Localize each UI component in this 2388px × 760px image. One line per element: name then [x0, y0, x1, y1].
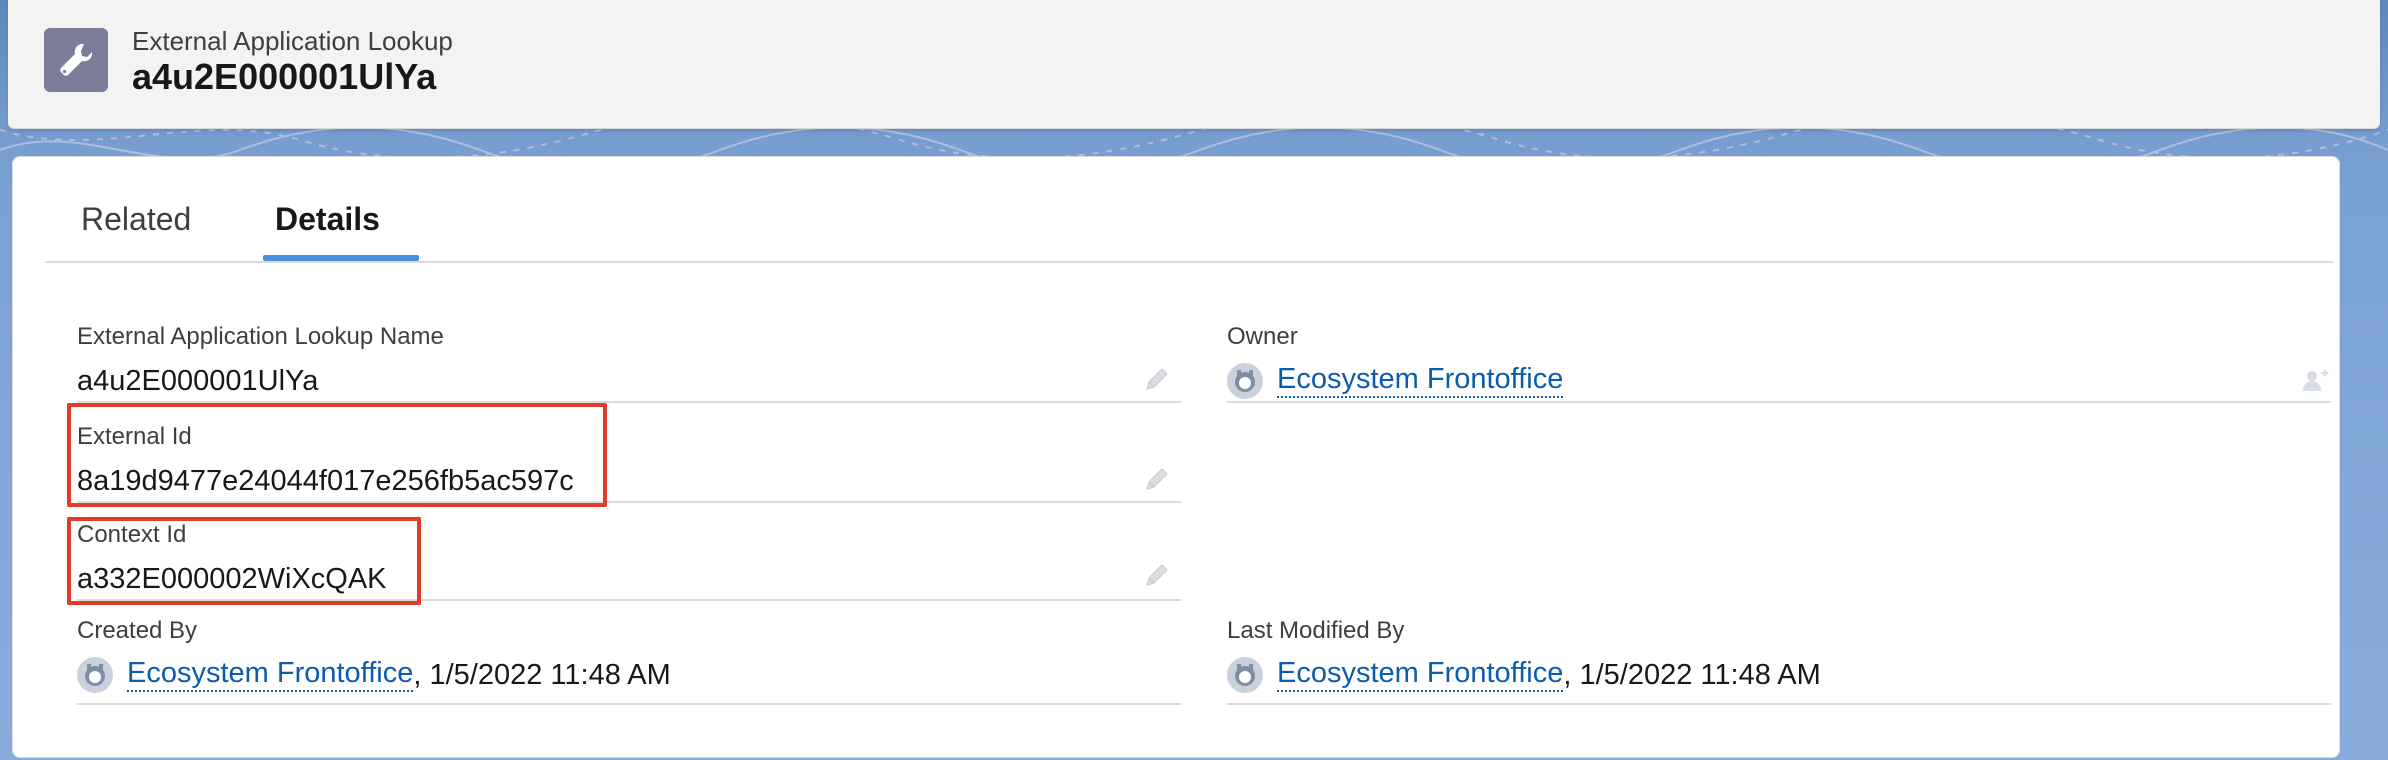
- field-label: Last Modified By: [1227, 617, 1405, 644]
- pencil-icon[interactable]: [1143, 365, 1171, 393]
- field-divider: [1227, 401, 2331, 403]
- field-divider: [77, 703, 1181, 705]
- field-divider: [1227, 703, 2331, 705]
- tab-bar: Related Details: [45, 157, 2333, 263]
- owner-link[interactable]: Ecosystem Frontoffice: [1277, 363, 1564, 398]
- field-divider: [77, 501, 1181, 503]
- field-value: Ecosystem Frontoffice: [1227, 363, 1564, 399]
- field-value: a4u2E000001UlYa: [77, 365, 319, 397]
- field-value: 8a19d9477e24044f017e256fb5ac597c: [77, 465, 574, 497]
- avatar: [77, 657, 113, 693]
- tab-details[interactable]: Details: [275, 201, 380, 238]
- last-modified-by-link[interactable]: Ecosystem Frontoffice: [1277, 657, 1564, 692]
- field-value: a332E000002WiXcQAK: [77, 563, 387, 595]
- details-card: Related Details External Application Loo…: [12, 156, 2340, 758]
- active-tab-indicator: [263, 255, 419, 261]
- field-value: Ecosystem Frontoffice , 1/5/2022 11:48 A…: [1227, 657, 1821, 693]
- pencil-icon[interactable]: [1143, 561, 1171, 589]
- record-title: a4u2E000001UlYa: [132, 56, 437, 97]
- pencil-icon[interactable]: [1143, 465, 1171, 493]
- field-context-id: Context Id a332E000002WiXcQAK: [77, 521, 1181, 601]
- created-date: , 1/5/2022 11:48 AM: [413, 658, 671, 691]
- field-divider: [77, 401, 1181, 403]
- wrench-icon: [44, 28, 108, 92]
- field-label: Context Id: [77, 521, 187, 548]
- field-label: External Application Lookup Name: [77, 323, 444, 350]
- object-type-label: External Application Lookup: [132, 26, 453, 56]
- created-by-link[interactable]: Ecosystem Frontoffice: [127, 657, 414, 692]
- field-value: Ecosystem Frontoffice , 1/5/2022 11:48 A…: [77, 657, 671, 693]
- change-owner-icon[interactable]: [2301, 367, 2329, 395]
- field-owner: Owner Ecosystem Frontoffice: [1227, 323, 2331, 403]
- field-lookup-name: External Application Lookup Name a4u2E00…: [77, 323, 1181, 403]
- avatar: [1227, 657, 1263, 693]
- tab-related[interactable]: Related: [81, 201, 191, 238]
- field-label: Created By: [77, 617, 198, 644]
- last-modified-date: , 1/5/2022 11:48 AM: [1563, 658, 1821, 691]
- field-last-modified-by: Last Modified By Ecosystem Frontoffice ,…: [1227, 617, 2331, 707]
- record-header: External Application Lookup a4u2E000001U…: [8, 0, 2380, 129]
- field-label: External Id: [77, 423, 192, 450]
- avatar: [1227, 363, 1263, 399]
- field-divider: [77, 599, 1181, 601]
- field-external-id: External Id 8a19d9477e24044f017e256fb5ac…: [77, 423, 1181, 503]
- field-label: Owner: [1227, 323, 1298, 350]
- field-created-by: Created By Ecosystem Frontoffice , 1/5/2…: [77, 617, 1181, 707]
